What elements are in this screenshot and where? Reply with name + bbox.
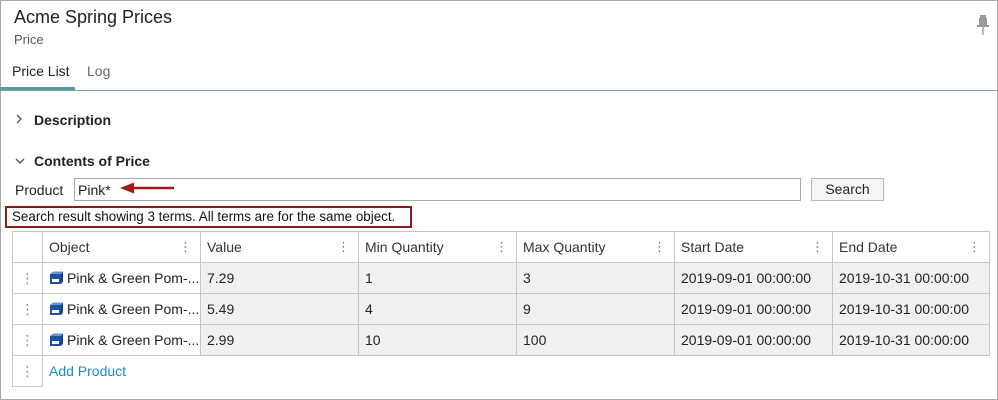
price-table: Object ⋮ Value ⋮ Min Quantity ⋮ Max Quantit…	[12, 231, 990, 387]
section-contents[interactable]: Contents of Price	[14, 153, 150, 169]
object-type-icon	[49, 271, 63, 285]
column-menu-icon[interactable]: ⋮	[968, 239, 981, 255]
min-quantity-cell[interactable]: 4	[358, 293, 517, 325]
max-quantity-cell[interactable]: 100	[516, 324, 675, 356]
column-header-start-date[interactable]: Start Date ⋮	[674, 231, 833, 263]
pin-icon[interactable]	[975, 14, 991, 36]
column-header-value[interactable]: Value ⋮	[200, 231, 359, 263]
column-menu-icon[interactable]: ⋮	[179, 239, 192, 255]
header-handle	[12, 231, 43, 263]
chevron-down-icon	[14, 153, 34, 169]
column-menu-icon[interactable]: ⋮	[811, 239, 824, 255]
row-handle[interactable]: ⋮	[12, 355, 43, 387]
tab-divider	[0, 90, 998, 91]
column-menu-icon[interactable]: ⋮	[495, 239, 508, 255]
start-date-cell[interactable]: 2019-09-01 00:00:00	[674, 324, 833, 356]
value-cell[interactable]: 5.49	[200, 293, 359, 325]
column-header-max-quantity[interactable]: Max Quantity ⋮	[516, 231, 675, 263]
object-cell[interactable]: Pink & Green Pom-...	[42, 262, 201, 294]
start-date-cell[interactable]: 2019-09-01 00:00:00	[674, 262, 833, 294]
table-row[interactable]: ⋮ Pink & Green Pom-... 5.49 4 9 2019-09-…	[12, 293, 990, 325]
section-description[interactable]: Description	[14, 112, 111, 128]
column-header-end-date[interactable]: End Date ⋮	[832, 231, 990, 263]
min-quantity-cell[interactable]: 10	[358, 324, 517, 356]
column-menu-icon[interactable]: ⋮	[337, 239, 350, 255]
section-description-label: Description	[34, 112, 112, 128]
max-quantity-cell[interactable]: 3	[516, 262, 675, 294]
search-result-message: Search result showing 3 terms. All terms…	[5, 206, 412, 228]
object-cell[interactable]: Pink & Green Pom-...	[42, 324, 201, 356]
column-header-min-quantity[interactable]: Min Quantity ⋮	[358, 231, 517, 263]
max-quantity-cell[interactable]: 9	[516, 293, 675, 325]
end-date-cell[interactable]: 2019-10-31 00:00:00	[832, 262, 990, 294]
object-type-icon	[49, 302, 63, 316]
arrow-annotation-icon	[120, 182, 174, 194]
column-menu-icon[interactable]: ⋮	[653, 239, 666, 255]
row-handle[interactable]: ⋮	[12, 262, 43, 294]
row-handle[interactable]: ⋮	[12, 293, 43, 325]
table-row[interactable]: ⋮ Pink & Green Pom-... 7.29 1 3 2019-09-…	[12, 262, 990, 294]
object-type-icon	[49, 333, 63, 347]
page-subtitle: Price	[14, 32, 44, 47]
chevron-right-icon	[14, 112, 34, 128]
tab-bar: Price List Log	[0, 58, 998, 92]
end-date-cell[interactable]: 2019-10-31 00:00:00	[832, 293, 990, 325]
value-cell[interactable]: 2.99	[200, 324, 359, 356]
value-cell[interactable]: 7.29	[200, 262, 359, 294]
product-search-input[interactable]	[74, 178, 801, 201]
product-label: Product	[15, 182, 64, 198]
page-title: Acme Spring Prices	[14, 7, 173, 27]
add-row: ⋮ Add Product	[12, 355, 990, 387]
search-button[interactable]: Search	[811, 178, 884, 201]
table-header-row: Object ⋮ Value ⋮ Min Quantity ⋮ Max Quantit…	[12, 231, 990, 263]
row-handle[interactable]: ⋮	[12, 324, 43, 356]
column-header-object[interactable]: Object ⋮	[42, 231, 201, 263]
add-product-link[interactable]: Add Product	[49, 363, 126, 379]
table-row[interactable]: ⋮ Pink & Green Pom-... 2.99 10 100 2019-…	[12, 324, 990, 356]
tab-log[interactable]: Log	[87, 63, 110, 91]
min-quantity-cell[interactable]: 1	[358, 262, 517, 294]
start-date-cell[interactable]: 2019-09-01 00:00:00	[674, 293, 833, 325]
end-date-cell[interactable]: 2019-10-31 00:00:00	[832, 324, 990, 356]
add-product-cell: Add Product	[42, 355, 990, 387]
object-cell[interactable]: Pink & Green Pom-...	[42, 293, 201, 325]
section-contents-label: Contents of Price	[34, 153, 150, 169]
